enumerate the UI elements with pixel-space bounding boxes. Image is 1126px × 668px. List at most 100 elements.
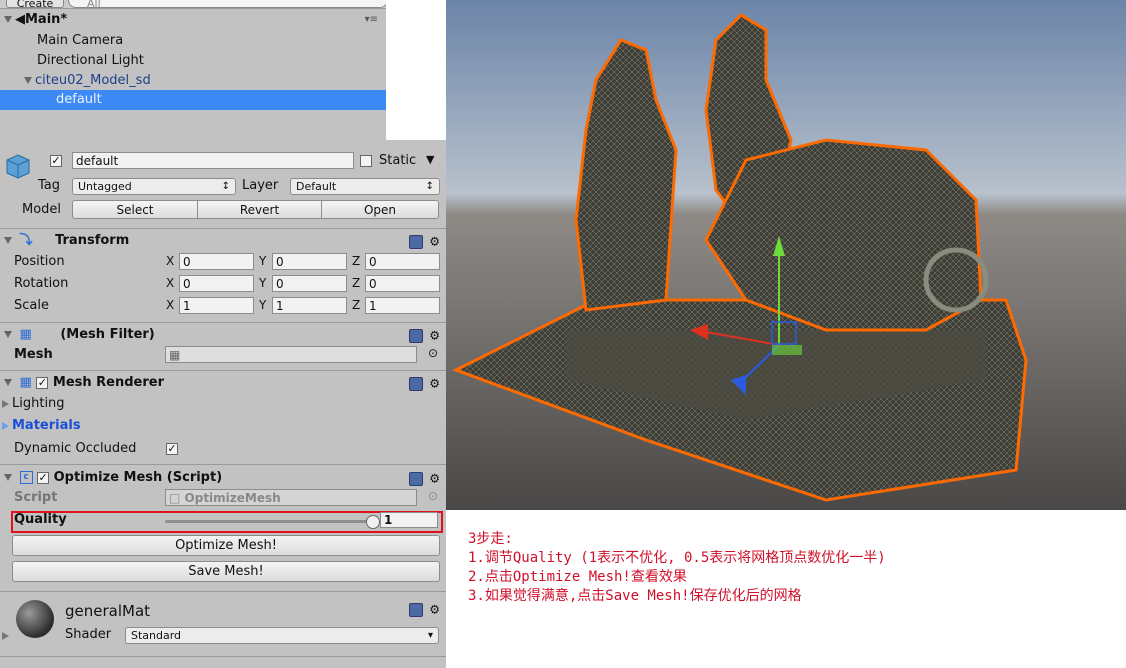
gear-icon[interactable]: ⚙ [429,329,440,343]
transform-icon: ⤵ [19,233,33,248]
gear-icon[interactable]: ⚙ [429,603,440,617]
expand-triangle-icon[interactable] [4,16,12,23]
inspector-panel: ✓ default Static ▼ Tag Untagged ↕ Layer D… [0,140,446,668]
material-foldout-icon[interactable] [2,628,12,643]
mesh-object-field[interactable]: ▦ [165,346,417,363]
help-book-icon[interactable] [409,471,424,486]
foldout-icon[interactable] [4,331,12,338]
create-button[interactable]: Create [6,0,64,10]
rotation-z-field[interactable]: 0 [365,275,440,292]
field-value: 1 [183,299,191,313]
gizmo-plane-handle-xz [772,345,802,355]
field-value: 0 [276,255,284,269]
hierarchy-search[interactable]: All [68,0,386,10]
scene-viewport[interactable] [446,0,1126,510]
scale-x-field[interactable]: 1 [179,297,254,314]
material-preview-sphere [16,600,54,638]
mesh-renderer-icon: ▦ [19,375,32,390]
transform-title: Transform [55,233,130,248]
rotation-x-field[interactable]: 0 [179,275,254,292]
hierarchy-item-default[interactable]: default [0,90,386,110]
dropdown-arrow-icon: ▾ [427,630,433,641]
static-dropdown-icon[interactable]: ▼ [426,153,434,166]
layer-dropdown[interactable]: Default ↕ [290,178,440,195]
help-book-icon[interactable] [409,602,424,617]
tag-label: Tag [38,178,61,193]
scene-menu-icon[interactable]: ▾≡ [365,10,378,30]
scene-row[interactable]: ◀Main* ▾≡ [0,10,386,30]
foldout-right-icon [2,399,9,408]
quality-label: Quality [14,512,67,527]
dynamic-occluded-checkbox[interactable]: ✓ [166,443,178,455]
foldout-icon[interactable] [4,237,12,244]
scale-z-field[interactable]: 1 [365,297,440,314]
layer-label: Layer [242,178,279,193]
mesh-filter-header[interactable]: ▦ (Mesh Filter) ⚙ [0,324,446,346]
foldout-icon[interactable] [4,379,12,386]
script-object-field: □ OptimizeMesh [165,489,417,506]
foldout-right-icon [2,421,9,430]
hierarchy-item-model[interactable]: citeu02_Model_sd [0,71,386,91]
rotation-y-field[interactable]: 0 [272,275,347,292]
optimize-title: Optimize Mesh (Script) [53,470,223,485]
shader-label: Shader [65,627,112,642]
script-value: OptimizeMesh [184,491,281,505]
quality-slider-track[interactable] [165,520,373,523]
axis-label-x: X [166,276,175,290]
help-book-icon[interactable] [409,234,424,249]
quality-value-field[interactable]: 1 [380,512,438,528]
divider [0,370,446,371]
hierarchy-item-main-camera[interactable]: Main Camera [0,31,386,51]
field-value: 0 [369,277,377,291]
scene-render [446,0,1126,510]
model-revert-button[interactable]: Revert [197,200,322,219]
gear-icon[interactable]: ⚙ [429,235,440,249]
shader-dropdown[interactable]: Standard ▾ [125,627,439,644]
expand-triangle-icon[interactable] [24,77,32,84]
tag-dropdown[interactable]: Untagged ↕ [72,178,236,195]
model-open-button[interactable]: Open [321,200,439,219]
component-icons: ⚙ [409,372,440,395]
quality-slider-thumb[interactable] [366,515,380,529]
transform-header[interactable]: ⤵ Transform ⚙ [0,230,446,252]
model-select-button[interactable]: Select [72,200,198,219]
object-picker-icon: ⊙ [428,489,439,503]
help-book-icon[interactable] [409,376,424,391]
optimize-mesh-header[interactable]: c ✓ Optimize Mesh (Script) ⚙ [0,467,446,489]
help-book-icon[interactable] [409,328,424,343]
lighting-foldout[interactable]: Lighting [2,396,65,411]
divider [0,591,446,592]
model-label: Model [22,202,62,217]
active-checkbox[interactable]: ✓ [50,155,62,167]
mesh-renderer-title: Mesh Renderer [52,375,165,390]
item-label: default [56,92,102,107]
materials-foldout[interactable]: Materials [2,418,81,433]
field-value: 0 [276,277,284,291]
mesh-renderer-enabled-checkbox[interactable]: ✓ [36,376,49,389]
position-z-field[interactable]: 0 [365,253,440,270]
position-y-field[interactable]: 0 [272,253,347,270]
search-placeholder: All [87,0,101,10]
updown-icon: ↕ [425,181,434,192]
position-x-field[interactable]: 0 [179,253,254,270]
save-mesh-button[interactable]: Save Mesh! [12,561,440,582]
object-picker-icon[interactable]: ⊙ [428,346,438,360]
divider [0,464,446,465]
material-name: generalMat [65,602,151,620]
gear-icon[interactable]: ⚙ [429,377,440,391]
instruction-notes: 3步走: 1.调节Quality (1表示不优化, 0.5表示将网格顶点数优化一… [468,530,1118,606]
scene-name: Main* [25,12,68,27]
foldout-icon[interactable] [4,474,12,481]
gear-icon[interactable]: ⚙ [429,472,440,486]
dynamic-occluded-label: Dynamic Occluded [14,441,137,456]
hierarchy-item-directional-light[interactable]: Directional Light [0,51,386,71]
optimize-enabled-checkbox[interactable]: ✓ [37,471,50,484]
scale-y-field[interactable]: 1 [272,297,347,314]
static-checkbox[interactable] [360,155,372,167]
field-value: 0 [369,255,377,269]
mesh-renderer-header[interactable]: ▦ ✓ Mesh Renderer ⚙ [0,372,446,394]
mesh-asset-icon: ▦ [169,348,181,362]
optimize-mesh-button[interactable]: Optimize Mesh! [12,535,440,556]
object-name-field[interactable]: default [72,152,354,169]
axis-label-y: Y [259,254,267,268]
